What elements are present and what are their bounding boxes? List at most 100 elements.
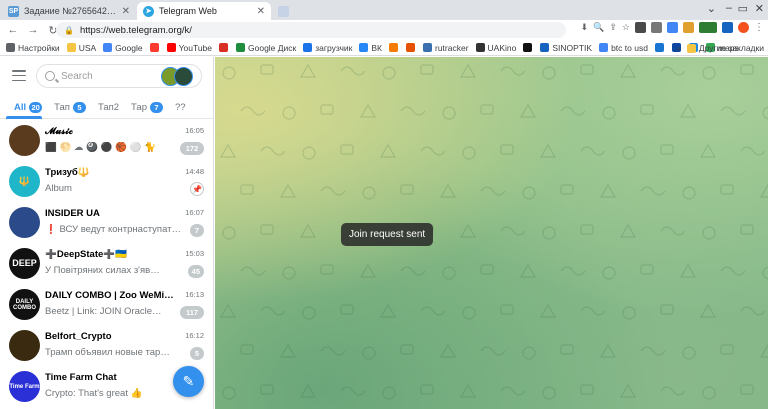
unread-badge: 5 xyxy=(190,347,204,360)
doodle-shape xyxy=(320,264,334,275)
kebab-menu-icon[interactable]: ⋮ xyxy=(754,22,764,33)
chat-list-item[interactable]: DEEP ➕DeepState➕🇺🇦 15:03 У Повітряних силах… xyxy=(0,244,213,285)
bookmark-label: btc to usd xyxy=(611,42,648,53)
doodle-shape xyxy=(702,386,716,400)
bookmark-item[interactable]: YouTube xyxy=(166,43,212,53)
doodle-shape xyxy=(480,264,494,275)
avatar[interactable] xyxy=(738,22,749,33)
doodle-shape xyxy=(240,106,266,116)
bookmark-label: ВК xyxy=(371,42,382,53)
bookmark-item[interactable]: Google xyxy=(103,43,143,53)
chat-name: ➕DeepState➕🇺🇦 xyxy=(45,249,127,260)
minimize-icon[interactable]: – xyxy=(726,2,732,14)
bookmark-item[interactable] xyxy=(523,43,535,52)
doodle-shape xyxy=(519,263,537,278)
doodle-shape xyxy=(560,106,586,116)
extension-icon[interactable] xyxy=(651,22,662,33)
chat-list-item[interactable]: DAILY COMBO DAILY COMBO | Zoo WeMine … 16:… xyxy=(0,285,213,326)
unread-badge: 172 xyxy=(180,142,204,155)
uakino-icon xyxy=(475,43,485,52)
doodle-shape xyxy=(580,384,594,395)
doodle-shape xyxy=(400,344,414,355)
google-icon xyxy=(103,43,113,52)
share-icon[interactable]: ⇪ xyxy=(609,22,617,33)
doodle-shape xyxy=(240,344,254,355)
vk-icon xyxy=(359,43,369,52)
telegram-sidebar: Search All 20 Тап 5 Тап2 Тар 7?? 𝓜𝓾𝓼𝓲𝓬 16:05 ⬛ 🌕… xyxy=(0,57,214,409)
download-icon[interactable]: ⬇ xyxy=(581,22,589,33)
chat-background: Join request sent xyxy=(215,57,768,409)
bookmark-item[interactable]: UAKino xyxy=(475,43,516,53)
bookmark-item[interactable]: ВК xyxy=(359,43,382,53)
doodle-shape xyxy=(580,64,594,75)
doodle-shape xyxy=(740,224,754,235)
folder-tab[interactable]: ?? xyxy=(169,97,192,119)
browser-tab[interactable] xyxy=(272,2,296,20)
doodle-shape xyxy=(580,146,606,156)
doodle-shape xyxy=(560,266,586,276)
bookmark-item[interactable] xyxy=(406,43,418,52)
lock-icon[interactable]: 🔒 xyxy=(64,26,74,35)
folder-tab[interactable]: Тап2 xyxy=(92,97,125,119)
story-avatar[interactable] xyxy=(174,67,193,86)
other-bookmarks[interactable]: » Другие закладки xyxy=(676,40,764,56)
bookmark-item[interactable] xyxy=(389,43,401,52)
pencil-icon: ✎ xyxy=(182,373,195,389)
bookmark-star-icon[interactable]: ☆ xyxy=(622,22,630,33)
folder-label: Тап2 xyxy=(97,102,120,113)
doodle-shape xyxy=(219,143,237,158)
browser-tab[interactable]: SP Задание №2765642 - просмотр з ✕ xyxy=(2,2,136,20)
chat-list-item[interactable]: 𝓜𝓾𝓼𝓲𝓬 16:05 ⬛ 🌕 ☁ 🎱 ⚫ 🏀 ⚪ 🐈 172 xyxy=(0,121,213,162)
extension-icon[interactable] xyxy=(722,22,733,33)
hamburger-menu-icon[interactable] xyxy=(12,70,26,81)
chevron-right-icon[interactable]: » xyxy=(676,43,681,53)
chat-list-item[interactable]: Belfort_Crypto 16:12 Трамп объявил новые т… xyxy=(0,326,213,367)
doodle-shape xyxy=(222,226,236,240)
browser-tab-active[interactable]: ➤ Telegram Web ✕ xyxy=(137,2,271,20)
bookmark-label: rutracker xyxy=(435,42,469,53)
forward-icon[interactable]: → xyxy=(26,24,40,36)
extension-icon[interactable] xyxy=(699,22,717,33)
zoom-icon[interactable]: 🔍 xyxy=(593,22,604,33)
folder-tab[interactable]: Тар 7 xyxy=(125,97,169,119)
bookmark-item[interactable] xyxy=(149,43,162,52)
doodle-shape xyxy=(379,303,397,318)
bookmark-item[interactable] xyxy=(654,43,667,52)
chat-preview: У Повітряних силах з'яв… xyxy=(45,265,160,276)
chat-list-item[interactable]: 🔱 Тризуб🔱 14:48 Album 📌 xyxy=(0,162,213,203)
extension-icon[interactable] xyxy=(635,22,646,33)
bookmark-item[interactable]: загрузчик xyxy=(303,43,352,53)
stories-avatars[interactable] xyxy=(161,67,197,87)
new-message-button[interactable]: ✎ xyxy=(173,366,204,397)
doodle-shape xyxy=(462,306,476,320)
maximize-icon[interactable]: ▭ xyxy=(738,2,748,15)
folder-tab[interactable]: Тап 5 xyxy=(48,97,92,119)
bookmark-item[interactable]: Настройки xyxy=(6,43,60,53)
bookmark-item[interactable]: rutracker xyxy=(423,43,469,53)
close-icon[interactable]: ✕ xyxy=(122,6,130,17)
bookmark-item[interactable]: btc to usd xyxy=(599,43,648,53)
doodle-shape xyxy=(282,106,296,120)
bookmark-item[interactable]: USA xyxy=(66,43,96,53)
doodle-shape xyxy=(462,146,476,160)
bookmark-item[interactable]: Google Диск xyxy=(236,43,296,53)
address-bar[interactable]: 🔒 https://web.telegram.org/k/ xyxy=(56,22,566,38)
bookmark-item[interactable]: SINOPTIK xyxy=(540,43,592,53)
close-icon[interactable]: ✕ xyxy=(257,6,265,17)
back-icon[interactable]: ← xyxy=(6,24,20,36)
bookmark-item[interactable] xyxy=(219,43,231,52)
doodle-shape xyxy=(279,343,297,358)
doodle-shape xyxy=(439,183,457,198)
extension-icon[interactable] xyxy=(667,22,678,33)
extension-icon[interactable] xyxy=(683,22,694,33)
pin-icon: 📌 xyxy=(190,182,204,196)
chat-list-item[interactable]: INSIDER UA 16:07 ❗ ВСУ ведут контрнаступат… xyxy=(0,203,213,244)
doodle-shape xyxy=(302,306,316,320)
search-input[interactable]: Search xyxy=(36,64,202,88)
doodle-shape xyxy=(240,266,266,276)
window-close-icon[interactable]: ✕ xyxy=(755,2,764,15)
folder-tab[interactable]: All 20 xyxy=(0,97,48,119)
chat-preview: Трамп объявил новые тар… xyxy=(45,347,170,358)
doodle-shape xyxy=(340,66,366,76)
chevron-down-icon[interactable]: ⌄ xyxy=(707,2,716,15)
